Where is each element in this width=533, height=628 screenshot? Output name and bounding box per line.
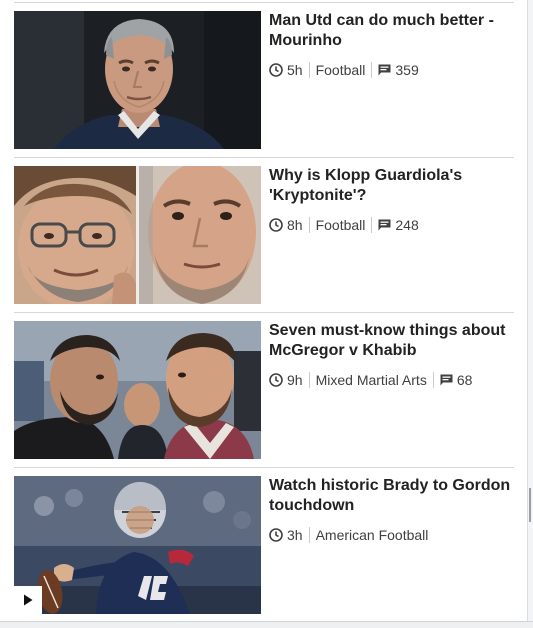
story-thumbnail[interactable] [14,11,261,149]
klopp-guardiola-image [14,166,261,304]
story-headline[interactable]: Man Utd can do much better - Mourinho [269,11,514,51]
story-headline[interactable]: Why is Klopp Guardiola's 'Kryptonite'? [269,166,514,206]
story-thumbnail[interactable] [14,476,261,614]
top-divider [14,2,514,3]
comment-icon [378,64,391,76]
comment-count: 68 [456,372,473,388]
scrollbar-thumb[interactable] [529,488,531,522]
comment-icon [378,219,391,231]
news-panel: Man Utd can do much better - Mourinho 5h… [0,0,528,621]
story-headline[interactable]: Seven must-know things about McGregor v … [269,321,514,361]
comment-count: 359 [395,62,419,78]
story-meta: 8h Football 248 [269,217,419,233]
story-divider [14,467,514,468]
story-divider [14,157,514,158]
mourinho-portrait-image [14,11,261,149]
meta-separator [432,372,434,388]
story-time: 5h [287,62,303,78]
story-headline[interactable]: Watch historic Brady to Gordon touchdown [269,476,514,516]
clock-icon [269,63,283,77]
story-divider [14,312,514,313]
comments-link[interactable]: 248 [378,217,419,233]
story-meta: 3h American Football [269,527,428,543]
page-frame: Man Utd can do much better - Mourinho 5h… [0,0,533,628]
story-time: 9h [287,372,303,388]
comments-link[interactable]: 68 [440,372,473,388]
story-topic-link[interactable]: American Football [316,527,429,543]
clock-icon [269,528,283,542]
story-topic-link[interactable]: Mixed Martial Arts [316,372,427,388]
story-meta: 9h Mixed Martial Arts 68 [269,372,472,388]
play-icon [23,594,33,606]
comments-link[interactable]: 359 [378,62,419,78]
story-item: Watch historic Brady to Gordon touchdown… [14,476,514,615]
story-item: Seven must-know things about McGregor v … [14,321,514,460]
clock-icon [269,373,283,387]
story-item: Man Utd can do much better - Mourinho 5h… [14,11,514,150]
brady-throwing-image [14,476,261,614]
meta-separator [371,62,373,78]
bottom-edge [0,621,533,628]
clock-icon [269,218,283,232]
story-topic-link[interactable]: Football [316,217,366,233]
meta-separator [308,217,310,233]
comment-count: 248 [395,217,419,233]
video-play-button[interactable] [14,586,42,614]
story-meta: 5h Football 359 [269,62,419,78]
story-item: Why is Klopp Guardiola's 'Kryptonite'? 8… [14,166,514,305]
story-time: 8h [287,217,303,233]
comment-icon [440,374,453,386]
story-thumbnail[interactable] [14,166,261,304]
meta-separator [308,372,310,388]
meta-separator [371,217,373,233]
meta-separator [308,62,310,78]
story-topic-link[interactable]: Football [316,62,366,78]
meta-separator [308,527,310,543]
story-thumbnail[interactable] [14,321,261,459]
story-time: 3h [287,527,303,543]
mcgregor-khabib-image [14,321,261,459]
